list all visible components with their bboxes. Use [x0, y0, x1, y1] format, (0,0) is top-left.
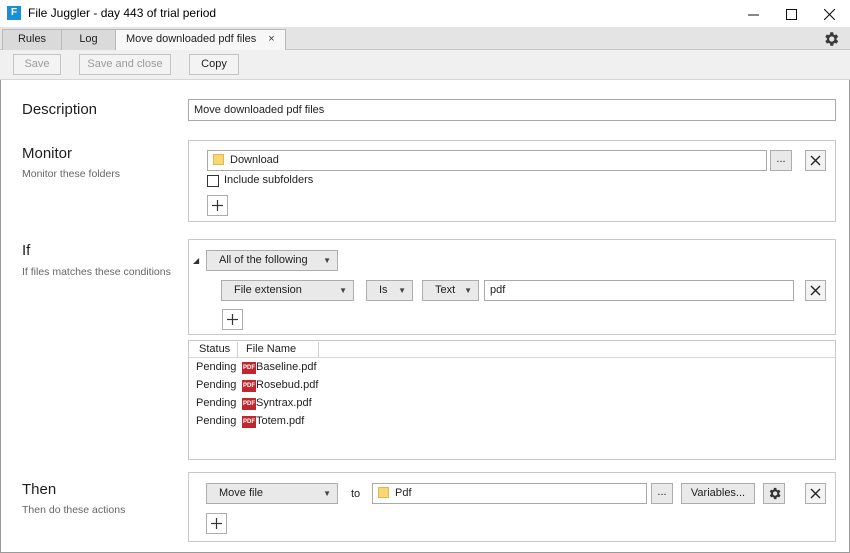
- tab-rules[interactable]: Rules: [2, 29, 62, 50]
- maximize-icon: [785, 8, 797, 20]
- row-file-name: Rosebud.pdf: [256, 379, 319, 391]
- action-remove-button[interactable]: [805, 483, 826, 504]
- row-file-name: Syntrax.pdf: [256, 397, 312, 409]
- monitor-panel: Download ... Include subfolders: [188, 140, 836, 222]
- tab-move-downloaded-pdf-files[interactable]: Move downloaded pdf files ×: [115, 29, 286, 51]
- close-icon: [823, 8, 835, 21]
- monitor-folder-name: Download: [230, 154, 279, 166]
- chevron-down-icon: ▼: [323, 256, 331, 265]
- column-divider[interactable]: [318, 342, 319, 357]
- condition-value-input[interactable]: pdf: [484, 280, 794, 301]
- monitor-remove-button[interactable]: [805, 150, 826, 171]
- monitor-heading: Monitor: [22, 145, 73, 162]
- condition-group-value: All of the following: [219, 254, 308, 266]
- tab-log[interactable]: Log: [61, 29, 116, 50]
- minimize-button[interactable]: [734, 0, 772, 27]
- add-condition-button[interactable]: [222, 309, 243, 330]
- condition-type-value: Text: [435, 284, 456, 296]
- if-heading: If: [22, 242, 31, 259]
- row-file-name: Baseline.pdf: [256, 361, 317, 373]
- tab-bar: Rules Log Move downloaded pdf files ×: [0, 27, 850, 51]
- file-list: Status File Name Pending PDF Baseline.pd…: [188, 340, 836, 460]
- plus-icon: [227, 314, 238, 325]
- folder-icon: [213, 154, 224, 165]
- include-subfolders-label: Include subfolders: [224, 174, 314, 186]
- window-title: File Juggler - day 443 of trial period: [28, 6, 217, 20]
- maximize-button[interactable]: [772, 0, 810, 27]
- add-folder-button[interactable]: [207, 195, 228, 216]
- condition-operator-select[interactable]: Is ▼: [366, 280, 413, 301]
- table-row[interactable]: Pending PDF Syntrax.pdf: [189, 395, 835, 413]
- destination-folder-field[interactable]: Pdf: [372, 483, 647, 504]
- chevron-down-icon: ▼: [464, 286, 472, 295]
- destination-browse-button[interactable]: ...: [651, 483, 673, 504]
- chevron-down-icon: ▼: [398, 286, 406, 295]
- collapse-triangle-icon[interactable]: ◢: [193, 256, 199, 265]
- chevron-down-icon: ▼: [339, 286, 347, 295]
- column-header-status[interactable]: Status: [199, 343, 230, 355]
- description-heading: Description: [22, 101, 98, 118]
- actions-panel: Move file ▼ to Pdf ... Variables...: [188, 472, 836, 542]
- pdf-file-icon: PDF: [242, 362, 256, 374]
- tab-label: Rules: [17, 33, 47, 45]
- tab-label: Move downloaded pdf files: [126, 33, 257, 45]
- destination-folder-name: Pdf: [395, 487, 412, 499]
- variables-button[interactable]: Variables...: [681, 483, 755, 504]
- app-icon: F: [7, 6, 21, 20]
- row-file-name: Totem.pdf: [256, 415, 305, 427]
- condition-type-select[interactable]: Text ▼: [422, 280, 479, 301]
- monitor-subtitle: Monitor these folders: [22, 168, 121, 180]
- close-icon: [810, 155, 821, 166]
- close-icon: [810, 488, 821, 499]
- tab-label: Log: [79, 33, 98, 45]
- close-icon: [810, 285, 821, 296]
- pdf-file-icon: PDF: [242, 380, 256, 392]
- action-type-value: Move file: [219, 487, 264, 499]
- folder-icon: [378, 487, 389, 498]
- row-status: Pending: [196, 415, 237, 427]
- condition-group-select[interactable]: All of the following ▼: [206, 250, 338, 271]
- description-input[interactable]: Move downloaded pdf files: [188, 99, 836, 121]
- then-heading: Then: [22, 481, 57, 498]
- save-button[interactable]: Save: [13, 54, 61, 75]
- table-row[interactable]: Pending PDF Baseline.pdf: [189, 359, 835, 377]
- then-subtitle: Then do these actions: [22, 504, 126, 516]
- column-header-file-name[interactable]: File Name: [246, 343, 296, 355]
- gear-icon: [769, 487, 780, 500]
- pdf-file-icon: PDF: [242, 416, 256, 428]
- condition-operator-value: Is: [379, 284, 388, 296]
- monitor-browse-button[interactable]: ...: [770, 150, 792, 171]
- action-settings-button[interactable]: [763, 483, 785, 504]
- include-subfolders-checkbox[interactable]: [207, 175, 219, 187]
- column-divider[interactable]: [237, 342, 238, 357]
- action-type-select[interactable]: Move file ▼: [206, 483, 338, 504]
- if-subtitle: If files matches these conditions: [22, 266, 171, 278]
- condition-remove-button[interactable]: [805, 280, 826, 301]
- condition-field-value: File extension: [234, 284, 302, 296]
- tab-close-icon[interactable]: ×: [268, 33, 274, 45]
- table-row[interactable]: Pending PDF Totem.pdf: [189, 413, 835, 431]
- settings-gear-icon[interactable]: [822, 30, 840, 48]
- title-bar: F File Juggler - day 443 of trial period: [0, 0, 850, 27]
- table-row[interactable]: Pending PDF Rosebud.pdf: [189, 377, 835, 395]
- monitor-folder-field[interactable]: Download: [207, 150, 767, 171]
- row-status: Pending: [196, 379, 237, 391]
- plus-icon: [211, 518, 222, 529]
- row-status: Pending: [196, 397, 237, 409]
- file-list-header: Status File Name: [189, 341, 835, 358]
- condition-field-select[interactable]: File extension ▼: [221, 280, 354, 301]
- copy-button[interactable]: Copy: [189, 54, 239, 75]
- conditions-panel: ◢ All of the following ▼ File extension …: [188, 239, 836, 335]
- plus-icon: [212, 200, 223, 211]
- save-and-close-button[interactable]: Save and close: [79, 54, 171, 75]
- pdf-file-icon: PDF: [242, 398, 256, 410]
- add-action-button[interactable]: [206, 513, 227, 534]
- minimize-icon: [747, 14, 759, 16]
- chevron-down-icon: ▼: [323, 489, 331, 498]
- toolbar: Save Save and close Copy: [0, 50, 850, 80]
- row-status: Pending: [196, 361, 237, 373]
- to-label: to: [351, 488, 361, 500]
- close-window-button[interactable]: [810, 0, 848, 27]
